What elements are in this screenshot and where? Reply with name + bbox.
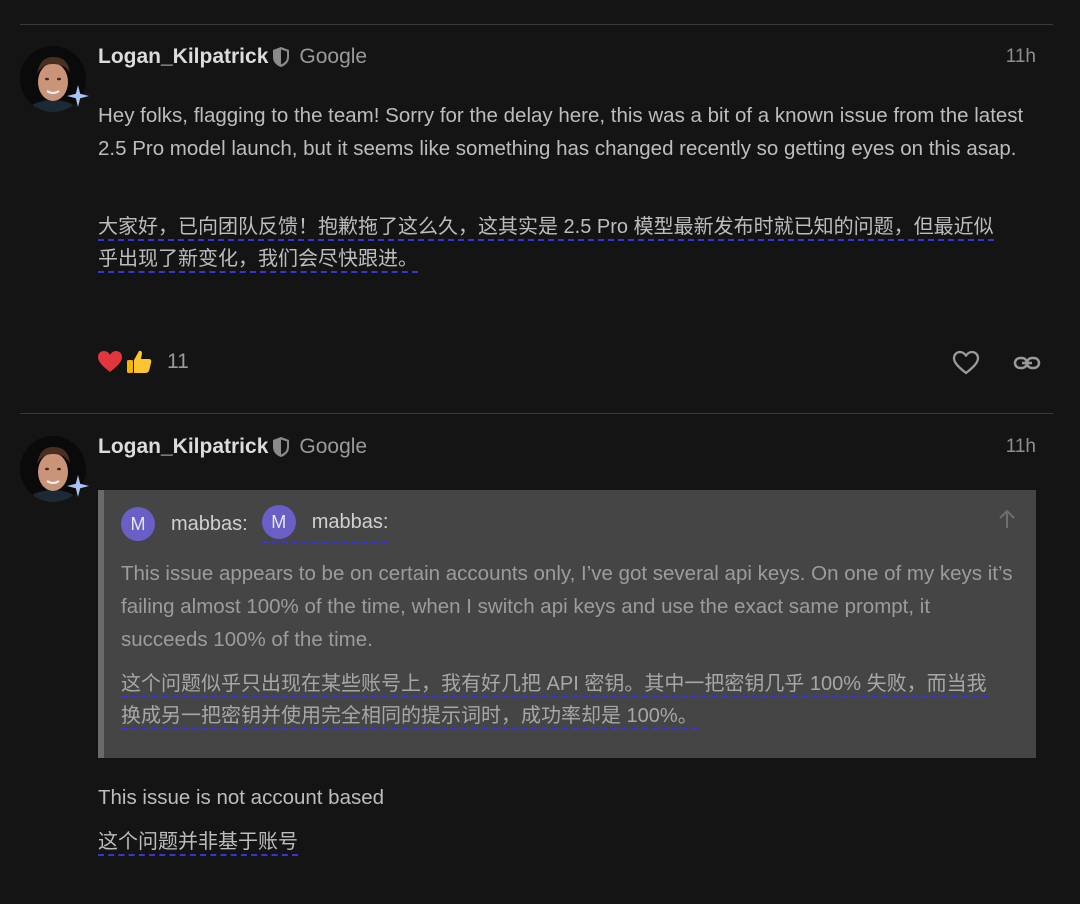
reactions[interactable]: 11 <box>97 348 189 376</box>
quote-header[interactable]: M mabbas: M mabbas: <box>121 505 389 543</box>
quote-avatar: M <box>261 505 296 539</box>
translation-line: 乎出现了新变化，我们会尽快跟进。 <box>98 248 418 273</box>
username[interactable]: Logan_Kilpatrick <box>98 45 268 69</box>
quote-text: This issue appears to be on certain acco… <box>121 562 1013 651</box>
quote-block: M mabbas: M mabbas: This issue appears t… <box>98 490 1036 758</box>
shield-icon <box>273 47 290 67</box>
thumbs-up-reaction-icon[interactable] <box>125 348 153 376</box>
like-icon[interactable] <box>952 349 980 377</box>
translation-line: 大家好，已向团队反馈！抱歉拖了这么久，这其实是 2.5 Pro 模型最新发布时就… <box>98 216 994 241</box>
post-divider <box>20 413 1053 414</box>
quote-author: mabbas: <box>171 512 248 535</box>
translation-line: 这个问题并非基于账号 <box>98 831 298 856</box>
quote-author: mabbas: <box>311 510 389 533</box>
reaction-count[interactable]: 11 <box>167 350 189 374</box>
post-time[interactable]: 11h <box>1006 46 1036 68</box>
post-body: This issue is not account based <box>98 786 385 809</box>
username[interactable]: Logan_Kilpatrick <box>98 435 268 459</box>
avatar[interactable] <box>20 46 89 112</box>
quote-avatar: M <box>121 507 155 541</box>
post-divider <box>20 24 1053 25</box>
heart-reaction-icon[interactable] <box>97 349 123 375</box>
arrow-up-icon[interactable] <box>996 508 1018 530</box>
post-meta: Logan_Kilpatrick Google <box>98 42 367 72</box>
sparkle-icon <box>67 85 89 107</box>
quote-translation: 这个问题似乎只出现在某些账号上，我有好几把 API 密钥。其中一把密钥几乎 10… <box>121 668 1021 732</box>
post-body: Hey folks, flagging to the team! Sorry f… <box>98 104 1024 160</box>
sparkle-icon <box>67 475 89 497</box>
post-meta: Logan_Kilpatrick Google <box>98 432 367 462</box>
shield-icon <box>273 437 290 457</box>
post-translation: 这个问题并非基于账号 <box>98 826 1038 858</box>
translation-line: 这个问题似乎只出现在某些账号上，我有好几把 API 密钥。其中一把密钥几乎 10… <box>121 673 987 698</box>
post-translation: 大家好，已向团队反馈！抱歉拖了这么久，这其实是 2.5 Pro 模型最新发布时就… <box>98 211 1038 275</box>
post-time[interactable]: 11h <box>1006 436 1036 458</box>
translation-line: 换成另一把密钥并使用完全相同的提示词时，成功率却是 100%。 <box>121 705 698 730</box>
user-org: Google <box>299 435 368 458</box>
quote-author-translated: M mabbas: <box>261 505 389 543</box>
user-org: Google <box>299 45 368 68</box>
link-icon[interactable] <box>1013 349 1041 377</box>
avatar[interactable] <box>20 436 89 502</box>
